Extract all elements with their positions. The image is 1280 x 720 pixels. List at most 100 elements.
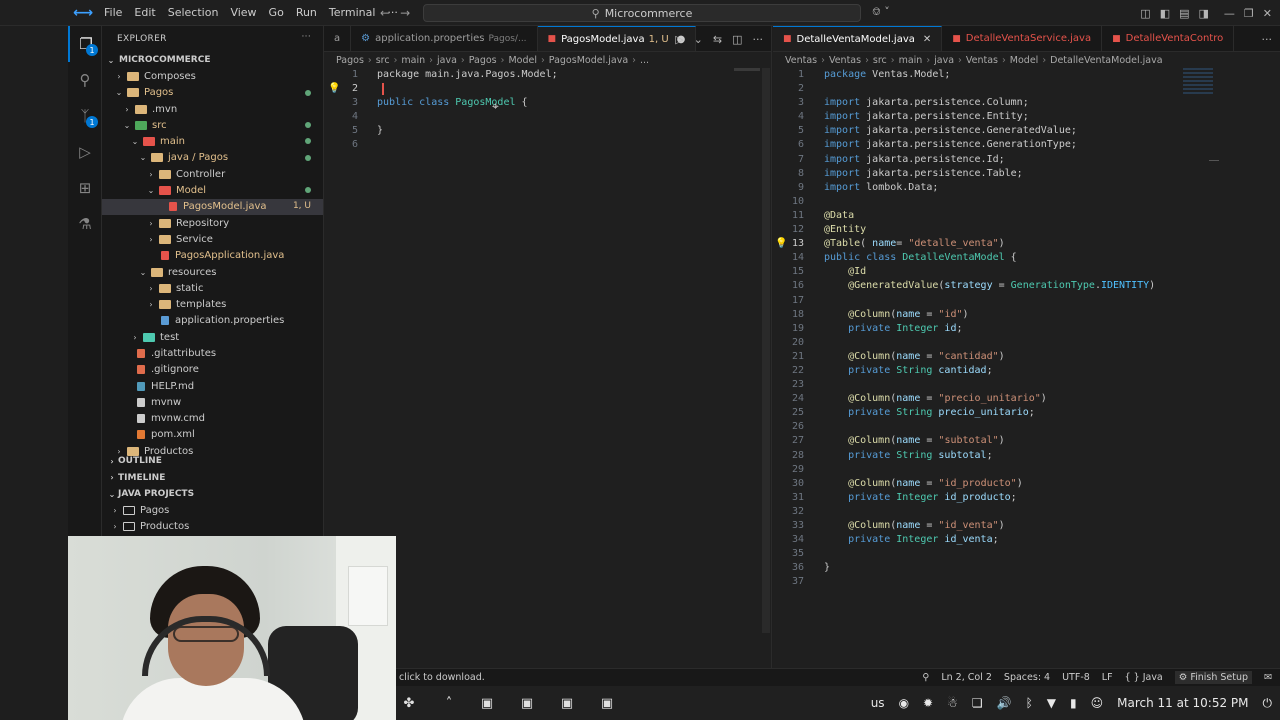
screen-share-icon[interactable]: ❏ xyxy=(972,696,983,710)
breadcrumb-item[interactable]: Ventas xyxy=(966,55,998,66)
tree-item-resources[interactable]: ⌄ resources xyxy=(102,264,323,280)
forward-arrow-icon[interactable]: → xyxy=(400,6,410,20)
java-project-productos[interactable]: › Productos xyxy=(102,519,323,535)
layout-icon[interactable]: ◫ xyxy=(1140,7,1150,20)
restore-icon[interactable]: ❐ xyxy=(1244,7,1254,20)
tree-item-pagosmodel-java[interactable]: PagosModel.java 1, U xyxy=(102,198,323,215)
close-icon[interactable]: ✕ xyxy=(923,34,931,45)
keyboard-layout[interactable]: us xyxy=(871,696,885,710)
battery-icon[interactable]: ▮ xyxy=(1070,696,1077,710)
chat-icon[interactable]: ☺ xyxy=(1091,696,1104,710)
app-thumbnail-3[interactable]: ▣ xyxy=(554,692,580,714)
minimap[interactable] xyxy=(1183,68,1213,94)
toggle-panel-icon[interactable]: ▤ xyxy=(1179,7,1189,20)
split-editor-icon[interactable]: ◫ xyxy=(732,33,742,46)
menu-item-go[interactable]: Go xyxy=(263,0,290,26)
close-icon[interactable]: ✕ xyxy=(1263,7,1272,20)
chevron-up-icon[interactable]: ˄ xyxy=(436,692,462,714)
menu-item-run[interactable]: Run xyxy=(290,0,323,26)
lightbulb-icon[interactable]: 💡 xyxy=(775,238,787,249)
tray-app-icon[interactable]: ✹ xyxy=(923,696,933,710)
tree-item-pagosapplication-java[interactable]: PagosApplication.java xyxy=(102,248,323,264)
breadcrumb-item[interactable]: main xyxy=(899,55,923,66)
run-icon[interactable]: ▷ xyxy=(675,33,683,46)
breadcrumb-item[interactable]: Ventas xyxy=(829,55,861,66)
wifi-icon[interactable]: ▼ xyxy=(1047,696,1056,710)
tab-detalleventamodel-java[interactable]: ■ DetalleVentaModel.java ✕ xyxy=(773,26,943,51)
breadcrumb-item[interactable]: src xyxy=(873,55,887,66)
bluetooth-icon[interactable]: ᛒ xyxy=(1026,696,1033,710)
scrollbar[interactable] xyxy=(762,68,770,633)
menu-item-terminal[interactable]: Terminal xyxy=(323,0,382,26)
java-project-pagos[interactable]: › Pagos xyxy=(102,503,323,519)
source-control-icon[interactable]: ᛉ1 xyxy=(68,98,102,134)
testing-icon[interactable]: ⚗ xyxy=(68,206,102,242)
back-arrow-icon[interactable]: ← xyxy=(380,6,390,20)
chevron-down-icon[interactable]: ⌄ xyxy=(694,33,703,46)
extensions-icon[interactable]: ⊞ xyxy=(68,170,102,206)
tree-item-mvnw-cmd[interactable]: mvnw.cmd xyxy=(102,411,323,427)
java-projects-section[interactable]: ⌄ JAVA PROJECTS xyxy=(102,486,323,503)
toggle-sidebar-icon[interactable]: ◧ xyxy=(1160,7,1170,20)
menu-item-view[interactable]: View xyxy=(224,0,262,26)
tab-application-properties[interactable]: ⚙ application.properties Pagos/... xyxy=(351,26,538,51)
tree-item-static[interactable]: › static xyxy=(102,280,323,296)
breadcrumb-item[interactable]: Ventas xyxy=(785,55,817,66)
tree-item-test[interactable]: › test xyxy=(102,329,323,345)
finish-setup-button[interactable]: ⚙ Finish Setup xyxy=(1174,671,1253,684)
accessibility-icon[interactable]: ☃ xyxy=(947,696,958,710)
command-center-search[interactable]: ⚲ Microcommerce xyxy=(423,4,861,22)
language-mode[interactable]: { } Java xyxy=(1125,672,1163,683)
tree-item-repository[interactable]: › Repository xyxy=(102,215,323,231)
cursor-position[interactable]: Ln 2, Col 2 xyxy=(941,672,992,683)
tree-item-pagos[interactable]: ⌄ Pagos xyxy=(102,85,323,101)
breadcrumb-item[interactable]: java xyxy=(934,55,954,66)
outline-section[interactable]: › OUTLINE xyxy=(102,453,323,470)
encoding[interactable]: UTF-8 xyxy=(1062,672,1090,683)
line-ending[interactable]: LF xyxy=(1102,672,1113,683)
breadcrumb-item[interactable]: ... xyxy=(640,55,649,66)
search-icon[interactable]: ⚲ xyxy=(68,62,102,98)
more-actions-icon[interactable]: ··· xyxy=(1262,33,1273,46)
tree-item--gitignore[interactable]: .gitignore xyxy=(102,362,323,378)
app-thumbnail-1[interactable]: ▣ xyxy=(474,692,500,714)
code-editor-left[interactable]: 1 package main.java.Pagos.Model; 2 3 public … xyxy=(324,68,558,153)
minimize-icon[interactable]: — xyxy=(1224,7,1235,20)
minimap[interactable] xyxy=(734,68,760,71)
menu-item-selection[interactable]: Selection xyxy=(162,0,225,26)
tree-item--gitattributes[interactable]: .gitattributes xyxy=(102,345,323,361)
breadcrumb-item[interactable]: Pagos xyxy=(469,55,497,66)
run-debug-icon[interactable]: ▷ xyxy=(68,134,102,170)
workspace-root[interactable]: ⌄ MICROCOMMERCE xyxy=(102,52,323,68)
tree-item-main[interactable]: ⌄ main xyxy=(102,133,323,149)
more-actions-icon[interactable]: ··· xyxy=(302,32,311,42)
volume-icon[interactable]: 🔊 xyxy=(997,696,1012,710)
tree-item-service[interactable]: › Service xyxy=(102,231,323,247)
indentation[interactable]: Spaces: 4 xyxy=(1004,672,1050,683)
compare-icon[interactable]: ⇆ xyxy=(713,33,722,46)
toggle-secondary-sidebar-icon[interactable]: ◨ xyxy=(1199,7,1209,20)
tree-item-controller[interactable]: › Controller xyxy=(102,166,323,182)
zoom-icon[interactable]: ⚲ xyxy=(922,672,929,683)
breadcrumb-item[interactable]: src xyxy=(376,55,390,66)
app-thumbnail-4[interactable]: ▣ xyxy=(594,692,620,714)
breadcrumb-item[interactable]: DetalleVentaModel.java xyxy=(1050,55,1162,66)
tree-item-mvnw[interactable]: mvnw xyxy=(102,394,323,410)
menu-item-edit[interactable]: Edit xyxy=(128,0,161,26)
launcher-icon[interactable]: ✤ xyxy=(396,692,422,714)
breadcrumb-item[interactable]: Model xyxy=(508,55,537,66)
menu-item-file[interactable]: File xyxy=(98,0,128,26)
timeline-section[interactable]: › TIMELINE xyxy=(102,470,323,487)
tree-item-templates[interactable]: › templates xyxy=(102,296,323,312)
notifications-icon[interactable]: ✉ xyxy=(1264,672,1272,683)
tree-item-application-properties[interactable]: application.properties xyxy=(102,313,323,329)
breadcrumb-item[interactable]: Pagos xyxy=(336,55,364,66)
tab-a[interactable]: a xyxy=(324,26,352,51)
breadcrumb-item[interactable]: main xyxy=(401,55,425,66)
tab-detalleventaservice-java[interactable]: ■ DetalleVentaService.java xyxy=(942,26,1103,51)
tab-pagosmodel-java[interactable]: ■ PagosModel.java 1, U ● xyxy=(537,26,697,51)
copilot-icon[interactable]: ⎊ ˅ xyxy=(872,5,890,19)
breadcrumb-item[interactable]: java xyxy=(437,55,457,66)
power-icon[interactable]: ⏻ xyxy=(1263,696,1273,711)
tree-item-src[interactable]: ⌄ src xyxy=(102,117,323,133)
